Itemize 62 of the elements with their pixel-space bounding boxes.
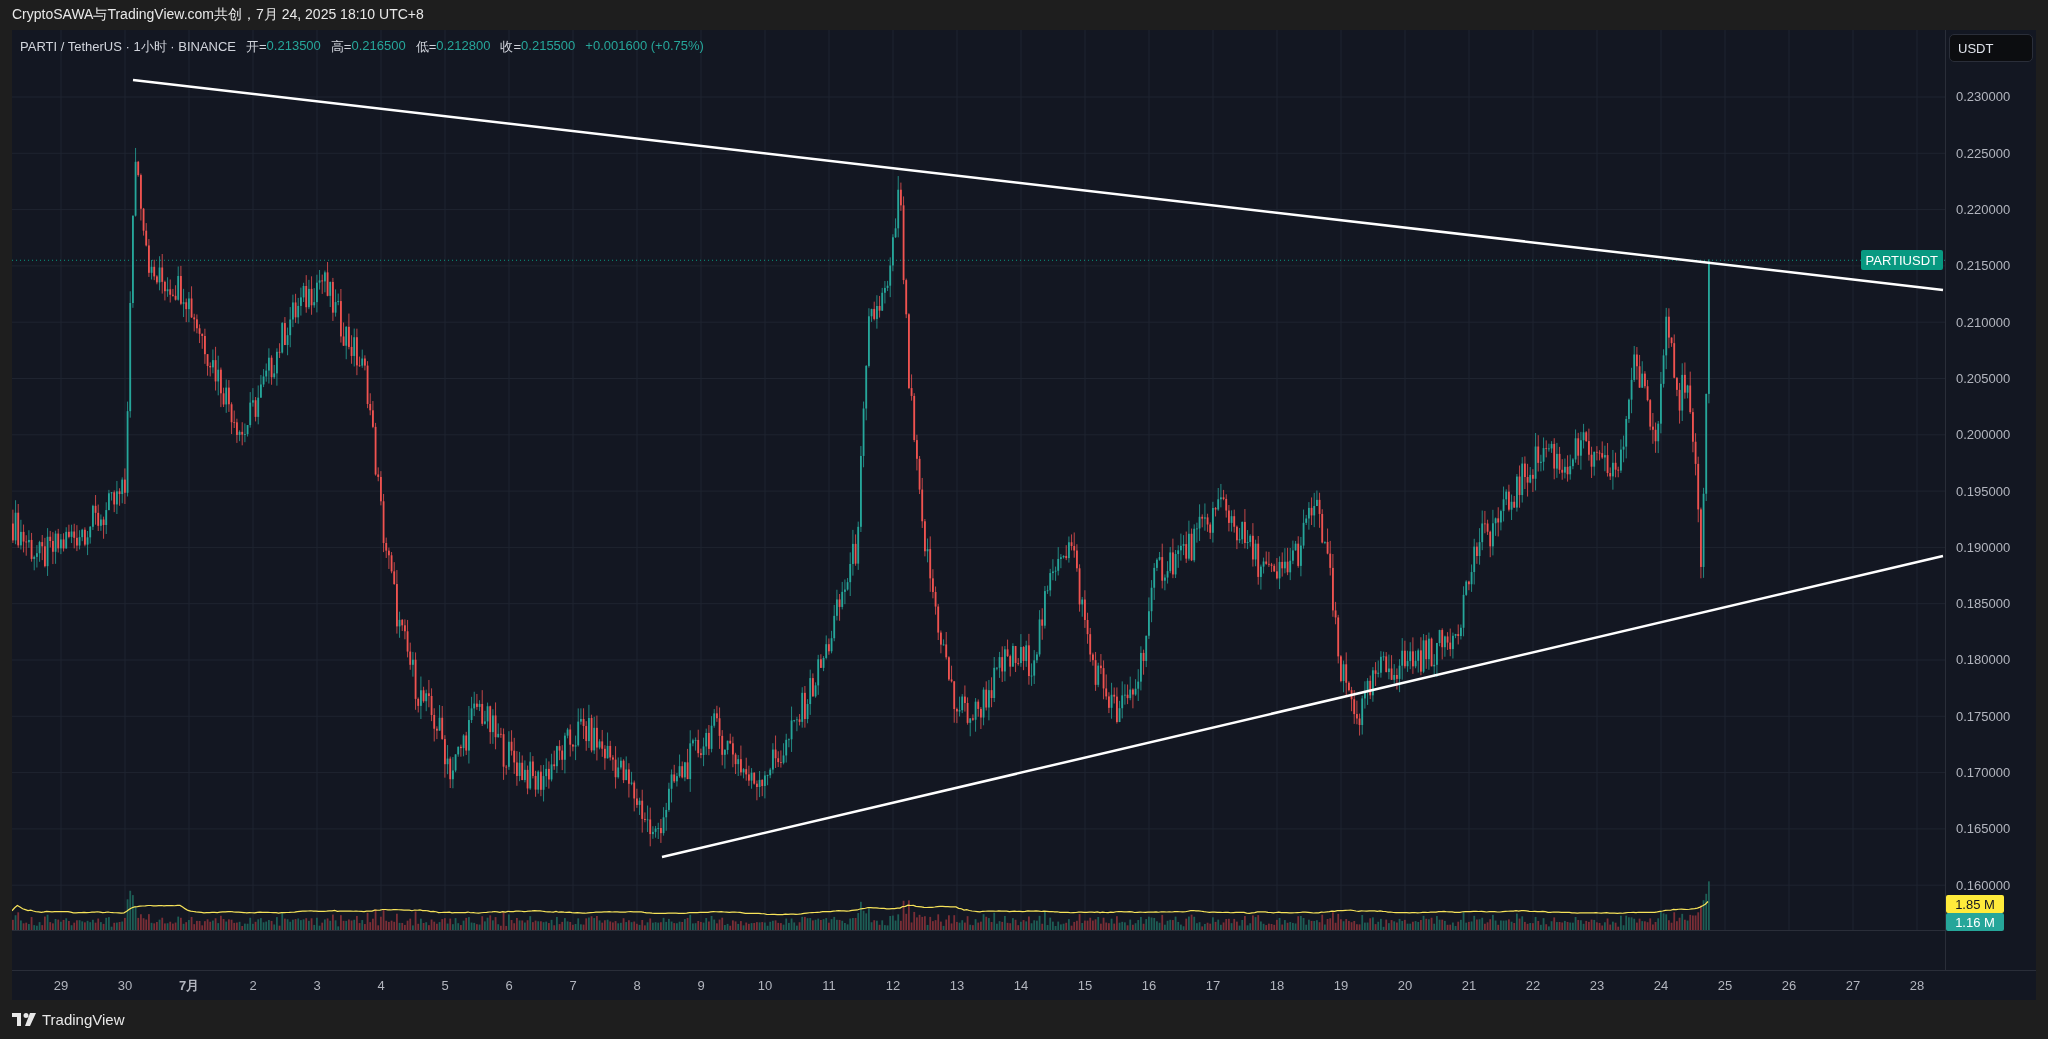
date-label: 16 [1140, 978, 1158, 993]
price-label: 0.230000 [1956, 89, 2011, 105]
price-label: 0.225000 [1956, 145, 2011, 161]
date-label: 10 [756, 978, 774, 993]
price-label: 0.195000 [1956, 483, 2011, 499]
ohlc-value: 0.216500 [351, 38, 406, 55]
logo-icon [12, 1013, 36, 1026]
chart-title: CryptoSAWA与TradingView.com共创，7月 24, 2025 18:10 UTC+8 [12, 6, 424, 24]
ohlc-label: 高= [330, 38, 352, 56]
date-label: 29 [52, 978, 70, 993]
price-label: 0.215000 [1956, 258, 2011, 274]
date-label: 24 [1652, 978, 1670, 993]
price-label: 0.185000 [1956, 596, 2011, 612]
price-label: 0.175000 [1956, 708, 2011, 724]
ohlc-label: 收= [500, 38, 522, 56]
brand-name: TradingView [42, 1011, 125, 1028]
date-label: 6 [504, 978, 514, 993]
ohlc-value: 0.213500 [266, 38, 321, 55]
date-label: 7月 [177, 976, 201, 995]
date-label: 23 [1588, 978, 1606, 993]
price-change: +0.001600 (+0.75%) [585, 38, 704, 55]
price-label: 0.200000 [1956, 427, 2011, 443]
ohlc-label: 开= [246, 38, 267, 56]
date-label: 14 [1012, 978, 1030, 993]
price-label: 0.210000 [1956, 314, 2011, 330]
date-label: 9 [696, 978, 706, 993]
date-label: 12 [884, 978, 902, 993]
date-label: 18 [1268, 978, 1286, 993]
date-label: 21 [1460, 978, 1478, 993]
price-label: 0.205000 [1956, 370, 2011, 386]
date-label: 20 [1396, 978, 1414, 993]
ohlc-label: 低= [415, 38, 437, 56]
price-label: 0.190000 [1956, 539, 2011, 555]
date-label: 2 [248, 978, 258, 993]
volume-tag: 1.85 M [1946, 895, 2004, 913]
currency-button[interactable]: USDT [1949, 34, 2033, 62]
volume-tag: 1.16 M [1946, 913, 2004, 931]
symbol-price-tag: PARTIUSDT [1860, 250, 1943, 270]
price-label: 0.160000 [1956, 877, 2011, 893]
date-label: 28 [1908, 978, 1926, 993]
date-label: 17 [1204, 978, 1222, 993]
price-label: 0.165000 [1956, 821, 2011, 837]
symbol-label: PARTI / TetherUS · 1小时 · BINANCE [20, 38, 236, 56]
price-label: 0.180000 [1956, 652, 2011, 668]
date-label: 26 [1780, 978, 1798, 993]
price-label: 0.170000 [1956, 765, 2011, 781]
price-label: 0.220000 [1956, 202, 2011, 218]
date-label: 5 [440, 978, 450, 993]
date-label: 19 [1332, 978, 1350, 993]
date-label: 13 [948, 978, 966, 993]
date-label: 15 [1076, 978, 1094, 993]
date-label: 30 [116, 978, 134, 993]
date-label: 8 [632, 978, 642, 993]
date-label: 22 [1524, 978, 1542, 993]
ohlc-value: 0.212800 [436, 38, 491, 55]
ohlc-value: 0.215500 [521, 38, 576, 55]
date-label: 4 [376, 978, 386, 993]
date-label: 7 [568, 978, 578, 993]
date-label: 3 [312, 978, 322, 993]
date-label: 11 [821, 978, 837, 993]
date-label: 27 [1844, 978, 1862, 993]
date-label: 25 [1716, 978, 1734, 993]
